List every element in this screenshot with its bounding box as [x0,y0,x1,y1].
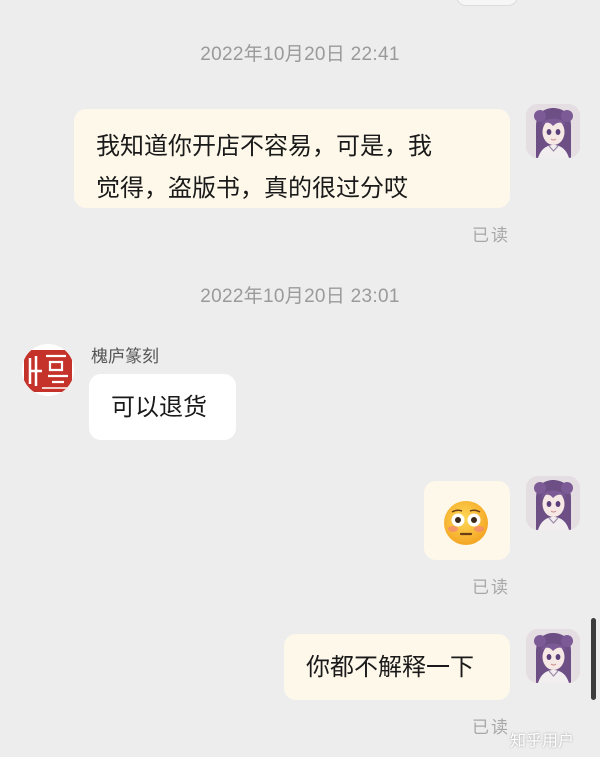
timestamp-2: 2022年10月20日 23:01 [200,286,400,307]
message-text: 可以退货 [111,393,207,421]
message-bubble-sent-3[interactable]: 你都不解释一下 [284,634,510,700]
flushed-face-emoji-icon [443,500,489,550]
message-text-line-1: 我知道你开店不容易，可是，我 [96,132,432,160]
seal-stamp-avatar-icon[interactable] [22,344,74,396]
self-avatar-icon[interactable] [526,629,580,683]
sender-name: 槐庐篆刻 [91,347,159,367]
message-bubble-sent-1[interactable]: 我知道你开店不容易，可是，我 觉得，盗版书，真的很过分哎 [74,109,510,208]
read-receipt-2: 已读 [472,578,510,598]
previous-message-edge [456,0,518,6]
self-avatar-icon[interactable] [526,104,580,158]
read-receipt-1: 已读 [472,226,510,246]
self-avatar-icon[interactable] [526,476,580,530]
watermark: 知乎用户 [510,731,575,750]
read-receipt-3: 已读 [472,718,510,738]
message-text: 你都不解释一下 [306,653,474,681]
message-text-line-2: 觉得，盗版书，真的很过分哎 [96,174,408,202]
message-bubble-received-1[interactable]: 可以退货 [89,374,236,440]
scrollbar[interactable] [591,618,596,700]
timestamp-1: 2022年10月20日 22:41 [200,44,400,65]
